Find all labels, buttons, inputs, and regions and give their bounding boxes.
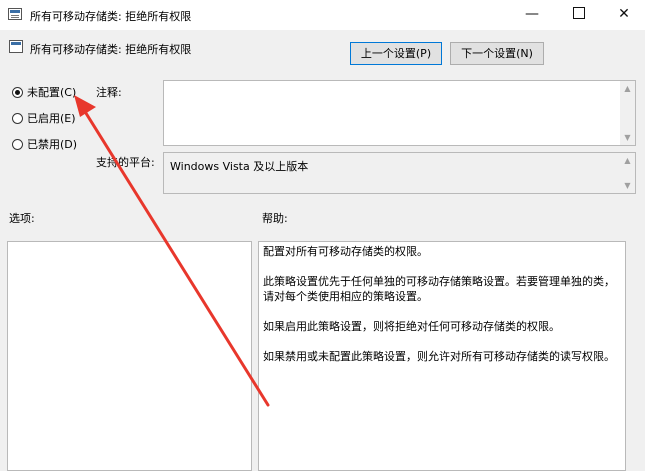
radio-label: 已禁用(D): [27, 138, 78, 151]
scroll-down-icon[interactable]: ▼: [620, 130, 635, 145]
radio-not-configured[interactable]: 未配置(C): [12, 84, 76, 100]
platform-scrollbar[interactable]: ▲ ▼: [620, 153, 635, 193]
annotation-arrowhead: [74, 95, 96, 117]
scroll-down-icon[interactable]: ▼: [620, 178, 635, 193]
radio-label: 未配置(C): [27, 86, 77, 99]
scroll-up-icon[interactable]: ▲: [620, 81, 635, 96]
comment-label: 注释:: [96, 86, 122, 99]
scroll-up-icon[interactable]: ▲: [620, 153, 635, 168]
previous-setting-button[interactable]: 上一个设置(P): [350, 42, 442, 65]
platform-field: Windows Vista 及以上版本 ▲ ▼: [163, 152, 636, 194]
maximize-button[interactable]: [557, 0, 601, 30]
help-paragraph: 如果禁用或未配置此策略设置，则允许对所有可移动存储类的读写权限。: [263, 350, 615, 363]
help-paragraph: 请对每个类使用相应的策略设置。: [263, 290, 428, 303]
help-panel: 配置对所有可移动存储类的权限。 此策略设置优先于任何单独的可移动存储策略设置。若…: [258, 241, 626, 471]
policy-window-icon: [8, 8, 22, 20]
window-title: 所有可移动存储类: 拒绝所有权限: [30, 10, 192, 23]
options-label: 选项:: [9, 212, 35, 225]
radio-button-checked[interactable]: [12, 86, 23, 98]
options-panel: [7, 241, 252, 471]
radio-button[interactable]: [12, 138, 23, 150]
comment-scrollbar[interactable]: ▲ ▼: [620, 81, 635, 145]
comment-textarea[interactable]: ▲ ▼: [163, 80, 636, 146]
title-bar: 所有可移动存储类: 拒绝所有权限 — ✕: [0, 0, 645, 30]
minimize-button[interactable]: —: [510, 0, 554, 30]
help-paragraph: 配置对所有可移动存储类的权限。: [263, 245, 428, 258]
platform-value: Windows Vista 及以上版本: [170, 160, 309, 173]
radio-disabled[interactable]: 已禁用(D): [12, 136, 77, 152]
radio-label: 已启用(E): [27, 112, 76, 125]
next-setting-button[interactable]: 下一个设置(N): [450, 42, 544, 65]
maximize-icon: [573, 7, 585, 19]
close-button[interactable]: ✕: [602, 0, 645, 30]
help-paragraph: 此策略设置优先于任何单独的可移动存储策略设置。若要管理单独的类，: [263, 275, 615, 288]
setting-title: 所有可移动存储类: 拒绝所有权限: [30, 43, 192, 56]
help-label: 帮助:: [262, 212, 288, 225]
radio-enabled[interactable]: 已启用(E): [12, 110, 76, 126]
radio-button[interactable]: [12, 112, 23, 124]
help-paragraph: 如果启用此策略设置，则将拒绝对任何可移动存储类的权限。: [263, 320, 560, 333]
platform-label: 支持的平台:: [96, 156, 155, 169]
policy-setting-icon: [9, 40, 23, 53]
